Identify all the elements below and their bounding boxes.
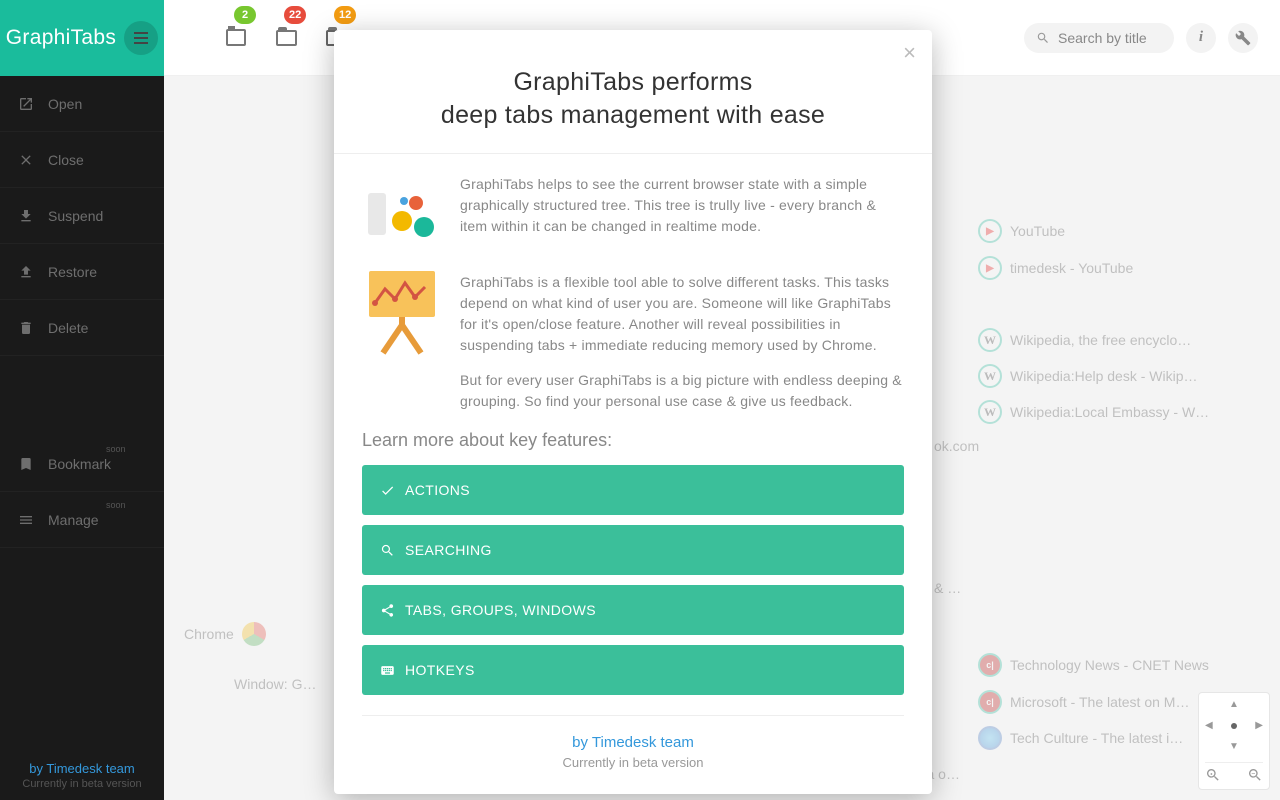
modal-author-link[interactable]: by Timedesk team <box>362 734 904 751</box>
easel-illustration-icon <box>362 272 442 352</box>
feature-searching-button[interactable]: SEARCHING <box>362 525 904 575</box>
keyboard-icon <box>380 663 395 678</box>
modal-close-button[interactable]: × <box>903 40 916 66</box>
learn-heading: Learn more about key features: <box>362 430 904 451</box>
modal-title: GraphiTabs performs deep tabs management… <box>334 30 932 154</box>
feature-tabs-button[interactable]: TABS, GROUPS, WINDOWS <box>362 585 904 635</box>
modal-paragraph-2: GraphiTabs is a flexible tool able to so… <box>460 272 904 356</box>
modal-beta-text: Currently in beta version <box>362 755 904 770</box>
tree-illustration-icon <box>362 174 442 254</box>
modal-paragraph-1: GraphiTabs helps to see the current brow… <box>460 174 904 254</box>
search-icon <box>380 543 395 558</box>
feature-actions-button[interactable]: ACTIONS <box>362 465 904 515</box>
info-modal: × GraphiTabs performs deep tabs manageme… <box>334 30 932 794</box>
check-icon <box>380 483 395 498</box>
feature-hotkeys-button[interactable]: HOTKEYS <box>362 645 904 695</box>
modal-footer: by Timedesk team Currently in beta versi… <box>362 715 904 770</box>
modal-paragraph-3: But for every user GraphiTabs is a big p… <box>460 370 904 412</box>
share-icon <box>380 603 395 618</box>
